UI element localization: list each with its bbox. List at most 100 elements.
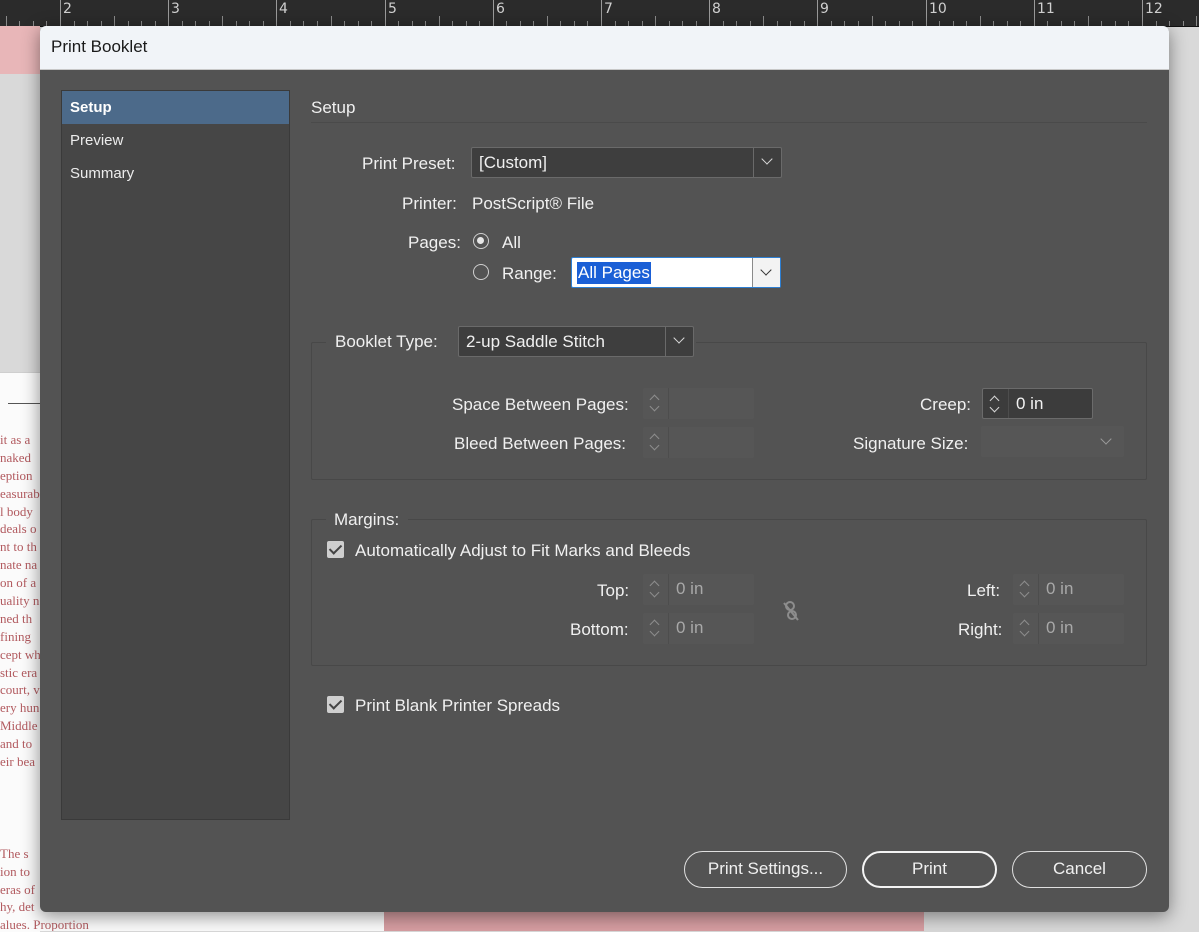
print-blank-spreads-checkbox[interactable] xyxy=(327,696,344,713)
document-text-line: nt to th xyxy=(0,539,37,555)
cancel-button[interactable]: Cancel xyxy=(1012,851,1147,888)
chevron-down-icon[interactable] xyxy=(753,148,781,177)
creep-value[interactable]: 0 in xyxy=(1016,394,1043,414)
nav-item-setup[interactable]: Setup xyxy=(62,91,289,124)
creep-stepper[interactable]: 0 in xyxy=(982,388,1093,419)
ruler-major-mark xyxy=(1142,0,1143,26)
pages-range-label[interactable]: Range: xyxy=(502,264,557,284)
signature-size-label: Signature Size: xyxy=(853,434,969,453)
ruler-major-mark xyxy=(926,0,927,26)
bleed-between-pages-stepper[interactable] xyxy=(643,427,754,458)
margin-left-label: Left: xyxy=(967,581,1001,600)
horizontal-ruler: 2 3 4 5 6 7 8 9 10 11 12 xyxy=(0,0,1199,27)
document-text-line: it as a xyxy=(0,432,31,447)
page-bleed-bottom xyxy=(384,912,924,931)
ruler-tick xyxy=(547,16,548,26)
pages-label: Pages: xyxy=(408,233,461,252)
section-divider xyxy=(311,122,1147,123)
ruler-tick xyxy=(655,16,656,26)
pages-range-input[interactable]: All Pages xyxy=(571,257,781,288)
margin-left-stepper[interactable]: 0 in xyxy=(1013,574,1124,605)
chain-link-icon[interactable] xyxy=(781,600,801,622)
ruler-tick xyxy=(331,16,332,26)
ruler-number: 5 xyxy=(388,1,397,17)
page-rule xyxy=(8,403,40,404)
nav-item-preview[interactable]: Preview xyxy=(62,124,289,157)
chevron-down-icon[interactable] xyxy=(752,258,780,287)
ruler-number: 9 xyxy=(820,1,829,17)
document-text-line: court, v xyxy=(0,682,40,698)
chevron-down-icon[interactable] xyxy=(649,401,660,412)
document-text-line: uality n xyxy=(0,593,40,609)
ruler-major-mark xyxy=(168,0,169,26)
document-text-line: ned th xyxy=(0,610,33,626)
booklet-type-dropdown[interactable]: 2-up Saddle Stitch xyxy=(458,326,694,357)
printer-label: Printer: xyxy=(402,194,457,213)
ruler-major-mark xyxy=(493,0,494,26)
margin-bottom-stepper[interactable]: 0 in xyxy=(643,613,754,644)
margin-right-value: 0 in xyxy=(1046,618,1074,637)
ruler-number: 8 xyxy=(712,1,721,17)
ruler-number: 6 xyxy=(496,1,505,17)
margin-right-stepper[interactable]: 0 in xyxy=(1013,613,1124,644)
ruler-number: 11 xyxy=(1037,1,1055,17)
chevron-down-icon[interactable] xyxy=(1100,433,1112,445)
margin-left-value: 0 in xyxy=(1046,579,1074,598)
ruler-major-mark xyxy=(709,0,710,26)
space-between-pages-stepper[interactable] xyxy=(643,388,754,419)
print-preset-value: [Custom] xyxy=(479,153,548,172)
margin-bottom-label: Bottom: xyxy=(570,620,629,639)
booklet-type-value: 2-up Saddle Stitch xyxy=(466,332,605,351)
ruler-number: 12 xyxy=(1145,1,1163,17)
nav-item-summary[interactable]: Summary xyxy=(62,157,289,190)
chevron-down-icon[interactable] xyxy=(989,402,1000,413)
document-text-line: deals o xyxy=(0,521,37,537)
auto-adjust-checkbox[interactable] xyxy=(327,541,344,558)
bleed-between-pages-label: Bleed Between Pages: xyxy=(454,434,627,453)
ruler-number: 2 xyxy=(63,1,72,17)
ruler-tick xyxy=(1169,21,1170,26)
chevron-down-icon[interactable] xyxy=(1019,587,1030,598)
pages-all-radio[interactable] xyxy=(473,233,489,249)
chevron-down-icon[interactable] xyxy=(649,440,660,451)
ruler-tick xyxy=(114,16,115,26)
document-text-line: on of a xyxy=(0,575,37,591)
document-text-line: l body xyxy=(0,503,33,519)
margin-bottom-value: 0 in xyxy=(676,618,704,637)
pages-range-value[interactable]: All Pages xyxy=(577,262,651,284)
ruler-tick xyxy=(1196,16,1197,26)
ruler-number: 3 xyxy=(171,1,180,17)
document-text-line: eption xyxy=(0,467,33,483)
booklet-type-label: Booklet Type: xyxy=(335,332,438,351)
document-text-line: alues. Proportion xyxy=(0,917,89,931)
ruler-major-mark xyxy=(276,0,277,26)
margin-right-label: Right: xyxy=(958,620,1003,639)
ruler-number: 4 xyxy=(279,1,288,17)
margins-label: Margins: xyxy=(334,510,400,529)
chevron-down-icon[interactable] xyxy=(665,327,693,356)
print-settings-button[interactable]: Print Settings... xyxy=(684,851,847,888)
ruler-tick xyxy=(6,16,7,26)
ruler-tick xyxy=(439,16,440,26)
ruler-major-mark xyxy=(1034,0,1035,26)
ruler-tick xyxy=(222,16,223,26)
ruler-number: 7 xyxy=(604,1,613,17)
auto-adjust-label[interactable]: Automatically Adjust to Fit Marks and Bl… xyxy=(355,541,690,561)
document-text: it as a naked eption easurab l body deals o nt… xyxy=(0,431,40,771)
category-list: Setup Preview Summary xyxy=(61,90,290,820)
margin-top-stepper[interactable]: 0 in xyxy=(643,574,754,605)
chevron-down-icon[interactable] xyxy=(649,626,660,637)
margin-top-label: Top: xyxy=(597,581,630,600)
print-preset-dropdown[interactable]: [Custom] xyxy=(471,147,782,178)
pages-range-radio[interactable] xyxy=(473,264,489,280)
signature-size-dropdown[interactable] xyxy=(981,426,1124,457)
print-button[interactable]: Print xyxy=(862,851,997,888)
pages-all-label[interactable]: All xyxy=(502,233,521,253)
dialog-titlebar[interactable]: Print Booklet xyxy=(40,26,1169,70)
print-blank-spreads-label[interactable]: Print Blank Printer Spreads xyxy=(355,696,560,716)
margin-top-value: 0 in xyxy=(676,579,704,598)
chevron-down-icon[interactable] xyxy=(1019,626,1030,637)
chevron-down-icon[interactable] xyxy=(649,587,660,598)
ruler-number: 10 xyxy=(929,1,947,17)
print-booklet-dialog: Print Booklet Setup Preview Summary Setu… xyxy=(40,26,1169,912)
